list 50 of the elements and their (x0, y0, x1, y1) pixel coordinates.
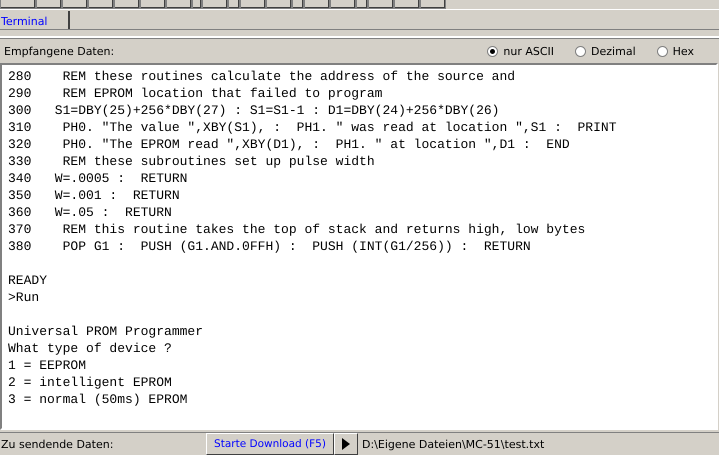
terminal-line: 290 REM EPROM location that failed to program (8, 85, 384, 102)
terminal-line: 1 = EEPROM (8, 357, 88, 374)
play-icon (342, 438, 350, 450)
terminal-line: 300 S1=DBY(25)+256*DBY(27) : S1=S1-1 : D1=DBY(24)+256*DBY(26) (8, 102, 500, 119)
terminal-line: 320 PH0. "The EPROM read ",XBY(D1), : PH1. " at location ",D1 : END (8, 136, 571, 153)
toolbar-button[interactable] (228, 0, 240, 10)
toolbar-button[interactable] (330, 0, 356, 10)
toolbar-button[interactable] (114, 0, 140, 10)
radio-option[interactable]: nur ASCII (487, 44, 554, 58)
send-data-label: Zu sendende Daten: (0, 438, 114, 450)
toolbar-button[interactable] (356, 0, 368, 10)
terminal-line: 350 W=.001 : RETURN (8, 187, 181, 204)
terminal-line: Universal PROM Programmer (8, 323, 204, 340)
radio-label: nur ASCII (503, 44, 554, 58)
toolbar-button[interactable] (166, 0, 192, 10)
toolbar-button[interactable] (304, 0, 330, 10)
terminal-line: 280 REM these routines calculate the address of the source and (8, 68, 516, 85)
toolbar-button[interactable] (266, 0, 292, 10)
tab[interactable]: Terminal (0, 11, 70, 30)
terminal-line: 340 W=.0005 : RETURN (8, 170, 188, 187)
radio-option[interactable]: Hex (656, 44, 694, 58)
play-button[interactable] (334, 433, 358, 455)
toolbar-button[interactable] (202, 0, 228, 10)
terminal-line: READY (8, 272, 48, 289)
toolbar-button[interactable] (62, 0, 88, 10)
toolbar-button[interactable] (292, 0, 304, 10)
received-data-label: Empfangene Daten: (4, 44, 116, 58)
terminal-line: 380 POP G1 : PUSH (G1.AND.0FFH) : PUSH (INT(G1/256)) : RETURN (8, 238, 532, 255)
toolbar-button[interactable] (192, 0, 202, 10)
terminal-line: 330 REM these subroutines set up pulse width (8, 153, 376, 170)
terminal-line: 360 W=.05 : RETURN (8, 204, 173, 221)
terminal-line: 3 = normal (50ms) EPROM (8, 391, 188, 408)
terminal-line: 310 PH0. "The value ",XBY(S1), : PH1. " was read at location ",S1 : PRINT (8, 119, 618, 136)
toolbar-button[interactable] (36, 0, 62, 10)
toolbar-button[interactable] (0, 0, 36, 10)
radio-option[interactable]: Dezimal (575, 44, 636, 58)
toolbar-button[interactable] (420, 0, 446, 10)
toolbar-button[interactable] (240, 0, 266, 10)
toolbar-button[interactable] (368, 0, 394, 10)
file-path: D:\Eigene Dateien\MC-51\test.txt (362, 438, 544, 450)
toolbar-button[interactable] (140, 0, 166, 10)
terminal-line: What type of device ? (8, 340, 173, 357)
radio-label: Hex (672, 44, 694, 58)
radio-label: Dezimal (591, 44, 636, 58)
terminal-line: >Run (8, 289, 40, 306)
download-button[interactable]: Starte Download (F5) (206, 433, 334, 455)
terminal-line: 2 = intelligent EPROM (8, 374, 173, 391)
toolbar-button[interactable] (394, 0, 420, 10)
terminal-line: 370 REM this routine takes the top of stack and returns high, low bytes (8, 221, 586, 238)
toolbar-button[interactable] (88, 0, 114, 10)
